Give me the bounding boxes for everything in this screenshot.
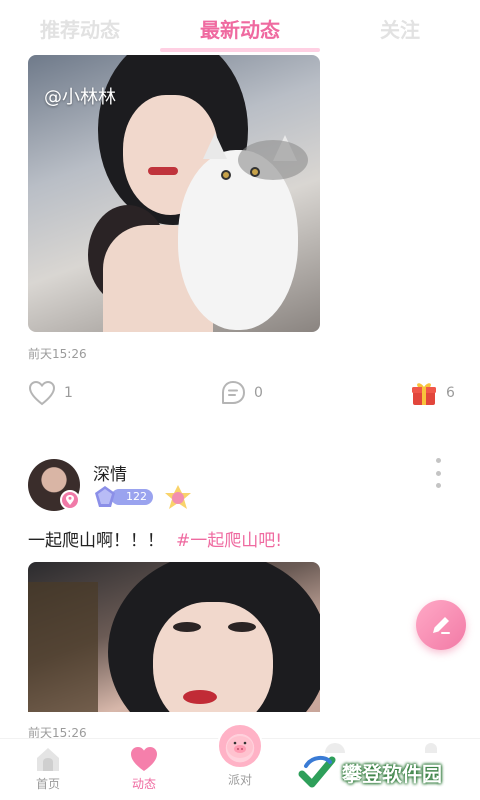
nav-moments-label: 动态 [131, 777, 156, 791]
comment-button[interactable]: 0 [220, 378, 263, 408]
active-tab-indicator [160, 48, 320, 52]
heart-icon [131, 747, 157, 771]
home-icon [37, 748, 59, 771]
level-value: 122 [111, 489, 153, 505]
post-time: 前天15:26 [28, 347, 87, 361]
photo-watermark-username: @小林林 [44, 87, 116, 108]
post-photo-2[interactable] [28, 562, 320, 712]
comment-count: 0 [254, 385, 263, 401]
more-icon[interactable] [432, 458, 444, 488]
tab-recommended[interactable]: 推荐动态 [40, 14, 120, 43]
post-text: 一起爬山啊！！！ #一起爬山吧! [28, 526, 282, 551]
level-badge: 122 [93, 485, 153, 509]
site-watermark: 攀登软件园 [298, 752, 442, 792]
gem-icon [95, 486, 115, 507]
nav-moments[interactable]: 动态 [114, 745, 174, 792]
nav-home[interactable]: 首页 [18, 745, 78, 792]
medal-icon [165, 485, 191, 509]
post-photo[interactable]: @小林林 [28, 55, 320, 332]
edit-icon [433, 617, 450, 634]
post-username[interactable]: 深情 [93, 460, 127, 485]
nav-party[interactable]: 派对 [210, 723, 270, 788]
tab-latest[interactable]: 最新动态 [200, 14, 280, 43]
post-hashtag[interactable]: #一起爬山吧! [176, 531, 282, 551]
edit-button[interactable] [416, 600, 466, 650]
pig-icon [217, 723, 263, 769]
tab-following[interactable]: 关注 [380, 14, 420, 43]
gift-count: 6 [446, 385, 455, 401]
top-tabs: 推荐动态 最新动态 关注 [0, 0, 480, 52]
gift-icon [412, 383, 436, 405]
like-count: 1 [64, 385, 73, 401]
like-button[interactable]: 1 [28, 378, 73, 408]
nav-party-label: 派对 [227, 773, 252, 787]
heart-icon [28, 380, 56, 406]
gift-button[interactable]: 6 [410, 378, 455, 408]
check-icon [298, 755, 336, 788]
comment-icon [222, 381, 245, 404]
location-icon [60, 490, 80, 510]
site-watermark-text: 攀登软件园 [342, 761, 442, 786]
nav-home-label: 首页 [35, 777, 60, 791]
post-content: 一起爬山啊！！！ [28, 531, 164, 551]
